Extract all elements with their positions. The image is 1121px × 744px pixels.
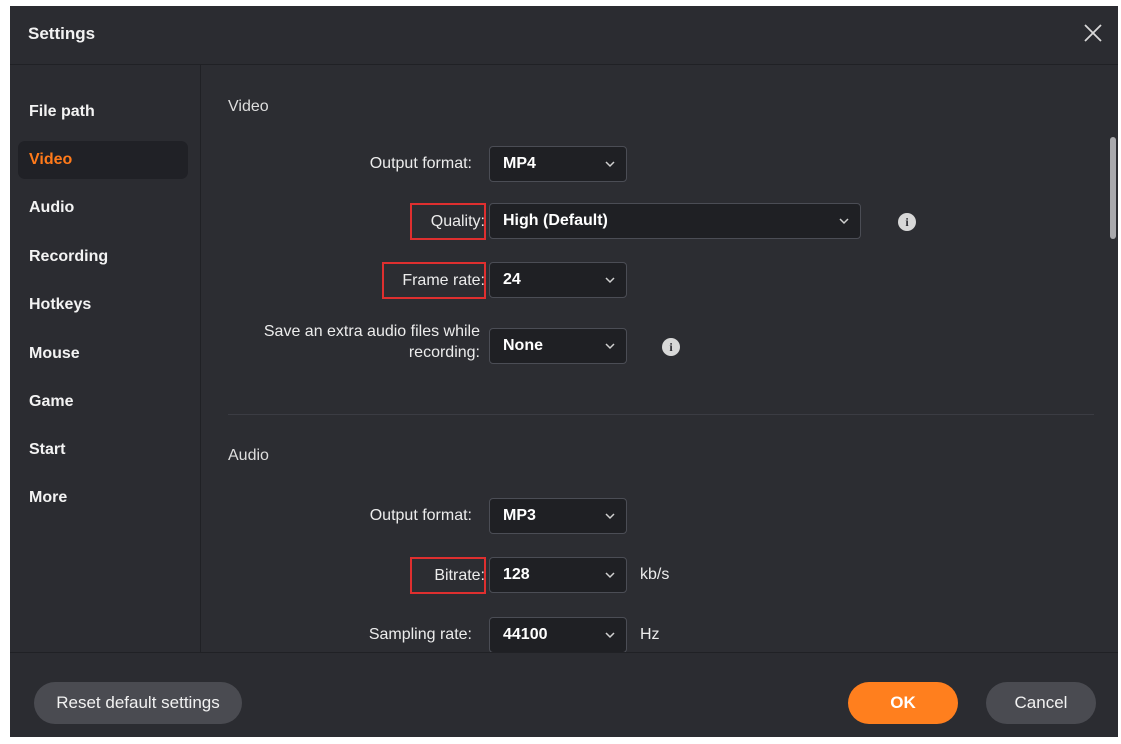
sidebar-item-file-path[interactable]: File path xyxy=(18,93,188,131)
sampling-rate-select[interactable]: 44100 xyxy=(489,617,627,652)
sampling-rate-value: 44100 xyxy=(503,626,548,643)
video-output-format-value: MP4 xyxy=(503,155,536,172)
video-section-title: Video xyxy=(228,98,269,115)
chevron-down-icon xyxy=(605,343,615,350)
ok-button[interactable]: OK xyxy=(848,682,958,724)
audio-section-title: Audio xyxy=(228,447,269,464)
bitrate-value: 128 xyxy=(503,566,530,583)
chevron-down-icon xyxy=(605,161,615,168)
close-icon[interactable] xyxy=(1080,20,1106,46)
settings-dialog: Settings File path Video Audio Recording… xyxy=(10,6,1118,737)
sampling-rate-label: Sampling rate: xyxy=(368,626,472,643)
frame-rate-value: 24 xyxy=(503,271,521,288)
sidebar-item-game[interactable]: Game xyxy=(18,383,188,421)
quality-select[interactable]: High (Default) xyxy=(489,203,861,239)
cancel-button[interactable]: Cancel xyxy=(986,682,1096,724)
bitrate-label: Bitrate: xyxy=(434,567,485,584)
chevron-down-icon xyxy=(605,277,615,284)
audio-output-format-select[interactable]: MP3 xyxy=(489,498,627,534)
extra-audio-info-icon[interactable]: i xyxy=(662,338,680,356)
settings-sidebar: File path Video Audio Recording Hotkeys … xyxy=(10,65,201,652)
extra-audio-label: Save an extra audio files while recordin… xyxy=(263,323,480,361)
chevron-down-icon xyxy=(839,218,849,225)
sidebar-item-audio[interactable]: Audio xyxy=(18,189,188,227)
extra-audio-select[interactable]: None xyxy=(489,328,627,364)
frame-rate-label: Frame rate: xyxy=(402,272,485,289)
sampling-rate-unit: Hz xyxy=(640,626,660,643)
sidebar-item-start[interactable]: Start xyxy=(18,431,188,469)
quality-value: High (Default) xyxy=(503,212,608,229)
frame-rate-select[interactable]: 24 xyxy=(489,262,627,298)
settings-content: Video Output format: MP4 Quality: High (… xyxy=(201,65,1118,652)
bitrate-unit: kb/s xyxy=(640,566,670,583)
sidebar-item-video[interactable]: Video xyxy=(18,141,188,179)
title-bar: Settings xyxy=(10,6,1118,65)
section-divider xyxy=(228,414,1094,415)
quality-label: Quality: xyxy=(430,213,485,230)
sidebar-item-recording[interactable]: Recording xyxy=(18,238,188,276)
extra-audio-value: None xyxy=(503,337,543,354)
audio-output-format-value: MP3 xyxy=(503,507,536,524)
chevron-down-icon xyxy=(605,632,615,639)
sidebar-item-hotkeys[interactable]: Hotkeys xyxy=(18,286,188,324)
quality-info-icon[interactable]: i xyxy=(898,213,916,231)
dialog-title: Settings xyxy=(28,24,96,43)
chevron-down-icon xyxy=(605,513,615,520)
content-scrollbar[interactable] xyxy=(1110,137,1116,239)
reset-default-settings-button[interactable]: Reset default settings xyxy=(34,682,242,724)
video-output-format-select[interactable]: MP4 xyxy=(489,146,627,182)
dialog-footer: Reset default settings OK Cancel xyxy=(10,652,1118,737)
sidebar-item-more[interactable]: More xyxy=(18,479,188,517)
bitrate-select[interactable]: 128 xyxy=(489,557,627,593)
chevron-down-icon xyxy=(605,572,615,579)
sidebar-item-mouse[interactable]: Mouse xyxy=(18,335,188,373)
video-output-format-label: Output format: xyxy=(369,155,472,172)
audio-output-format-label: Output format: xyxy=(369,507,472,524)
